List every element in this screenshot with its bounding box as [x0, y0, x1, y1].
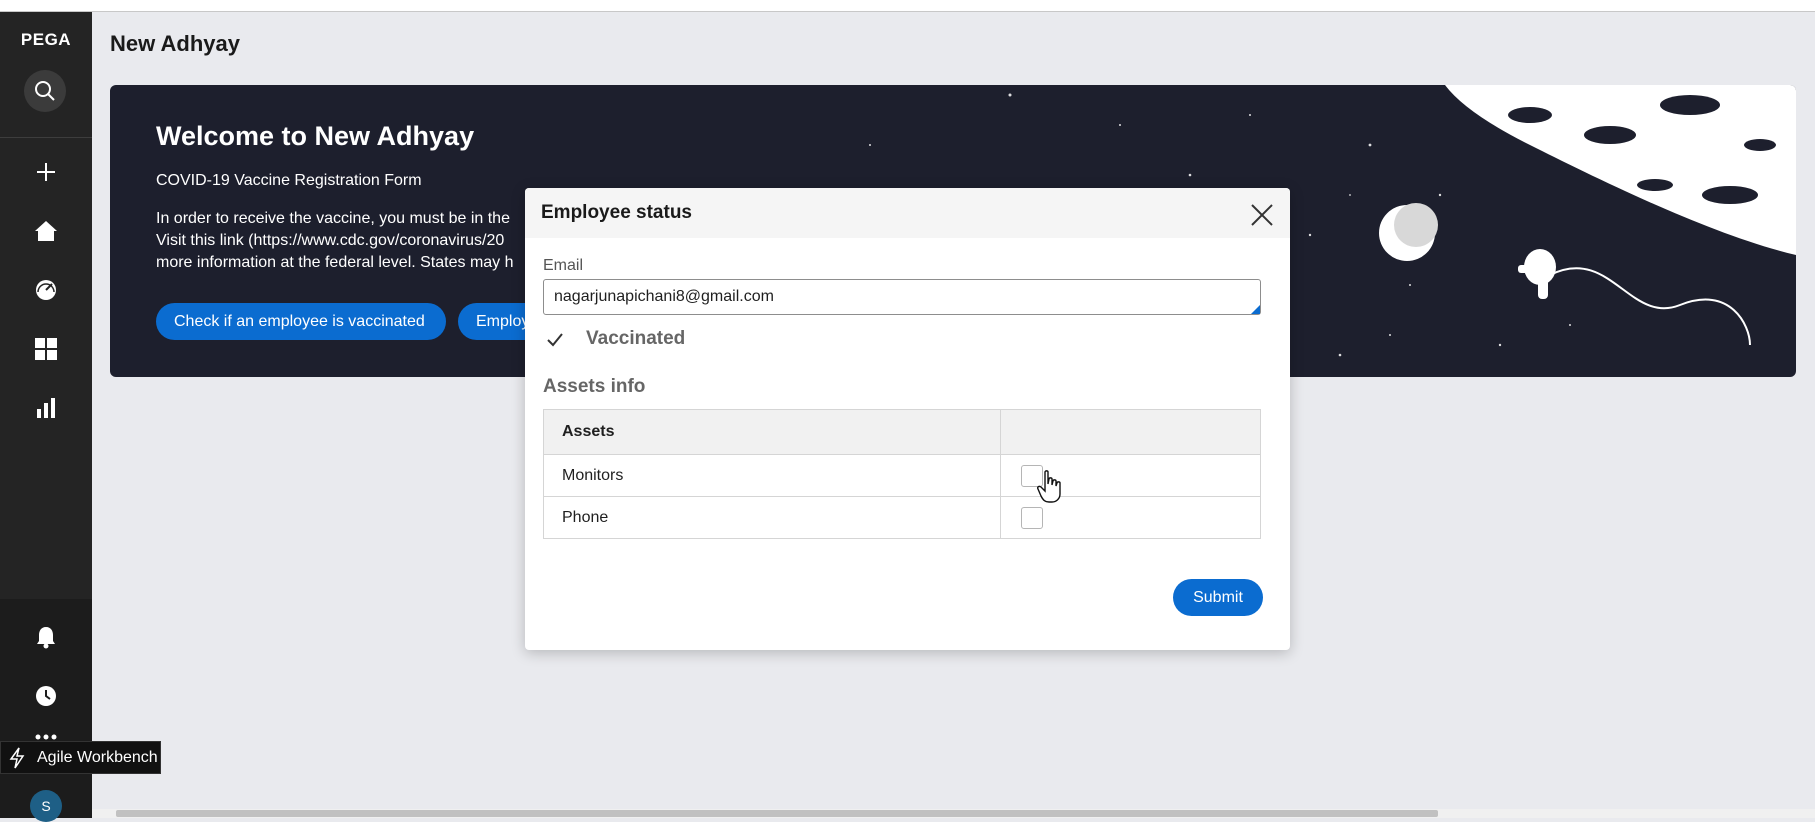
- agile-workbench-button[interactable]: Agile Workbench: [0, 741, 161, 774]
- home-icon: [35, 221, 57, 241]
- lightning-icon: [9, 747, 25, 768]
- employee-status-dialog: Employee status Email Vaccinated Assets …: [525, 188, 1290, 650]
- assets-column-header: Assets: [543, 409, 1001, 455]
- check-vaccinated-button[interactable]: Check if an employee is vaccinated: [156, 303, 446, 340]
- workbench-label: Agile Workbench: [37, 748, 158, 766]
- top-strip: [0, 0, 1815, 12]
- banner-paragraph-line: more information at the federal level. S…: [156, 254, 514, 271]
- apps-button[interactable]: [28, 331, 64, 367]
- banner-subtitle: COVID-19 Vaccine Registration Form: [156, 172, 422, 189]
- home-button[interactable]: [28, 213, 64, 249]
- apps-grid-icon: [35, 338, 57, 360]
- more-icon: [35, 734, 57, 740]
- horizontal-scrollbar[interactable]: [92, 809, 1815, 818]
- assets-table: Assets Monitors Phone: [543, 409, 1261, 539]
- notifications-button[interactable]: [28, 619, 64, 655]
- scrollbar-thumb[interactable]: [116, 810, 1438, 817]
- reports-button[interactable]: [28, 390, 64, 426]
- submit-button[interactable]: Submit: [1173, 579, 1263, 616]
- dashboard-gauge-icon: [36, 280, 56, 300]
- banner-paragraph-line: Visit this link (https://www.cdc.gov/cor…: [156, 232, 505, 249]
- checkmark-icon: [547, 333, 563, 347]
- asset-name-cell: Monitors: [543, 454, 1001, 497]
- add-icon: [37, 163, 55, 181]
- hand-cursor-icon: [1037, 470, 1061, 503]
- nav-divider: [0, 137, 92, 138]
- resize-handle[interactable]: [1251, 305, 1260, 314]
- search-icon: [35, 81, 55, 101]
- avatar[interactable]: S: [30, 790, 62, 822]
- table-header-row: Assets: [543, 409, 1261, 455]
- nav-bottom-section: [0, 599, 92, 818]
- phone-checkbox[interactable]: [1021, 506, 1043, 529]
- close-button[interactable]: [1249, 202, 1275, 228]
- banner-paragraph-line: In order to receive the vaccine, you mus…: [156, 210, 510, 227]
- recents-button[interactable]: [28, 678, 64, 714]
- asset-name-cell: Phone: [543, 496, 1001, 539]
- page-title: New Adhyay: [110, 31, 241, 56]
- table-row: Monitors: [543, 454, 1261, 497]
- email-label: Email: [543, 257, 584, 274]
- banner-paragraph: In order to receive the vaccine, you mus…: [156, 208, 576, 274]
- vaccinated-status: Vaccinated: [586, 328, 686, 349]
- email-field[interactable]: [543, 279, 1261, 315]
- bell-icon: [37, 627, 55, 649]
- history-icon: [36, 686, 56, 706]
- pega-logo: PEGA: [20, 30, 72, 49]
- dashboard-button[interactable]: [28, 272, 64, 308]
- reports-icon: [37, 398, 55, 418]
- search-button[interactable]: [24, 70, 66, 112]
- banner-heading: Welcome to New Adhyay: [156, 121, 475, 151]
- assets-info-heading: Assets info: [543, 376, 646, 397]
- left-navigation: PEGA: [0, 12, 92, 818]
- close-icon: [1251, 204, 1273, 226]
- create-button[interactable]: [28, 154, 64, 190]
- table-row: Phone: [543, 496, 1261, 539]
- dialog-title: Employee status: [541, 202, 692, 223]
- select-column-header: [1000, 409, 1261, 455]
- dialog-header: Employee status: [525, 188, 1290, 238]
